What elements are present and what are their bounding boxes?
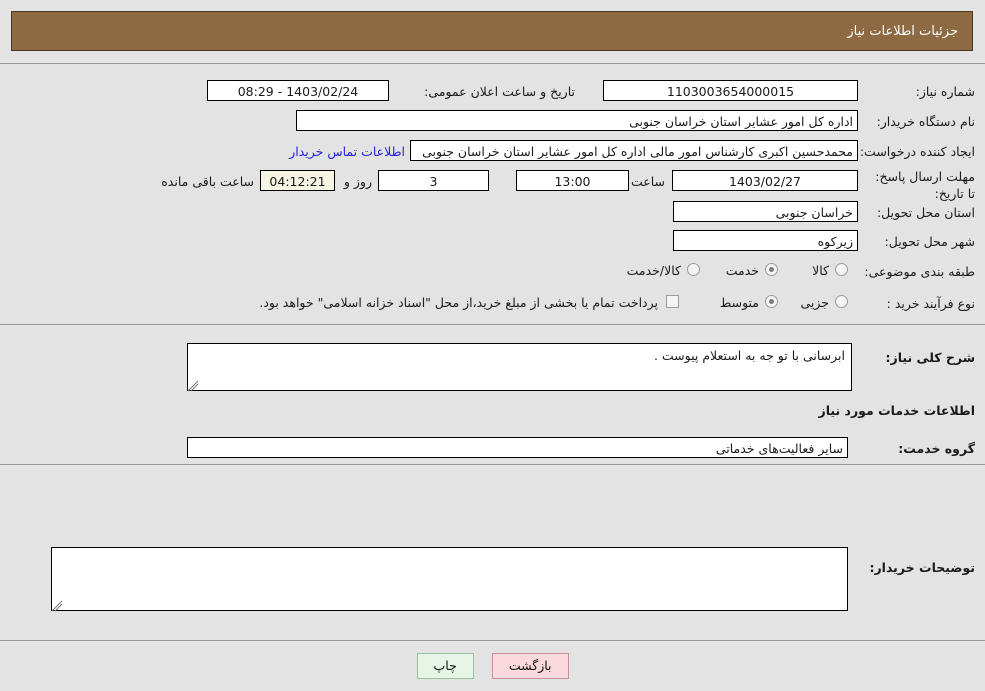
category-radio-goods-service[interactable] bbox=[687, 263, 700, 276]
buyer-notes-panel: توضیحات خریدار: bbox=[0, 465, 985, 641]
process-radio-minor[interactable] bbox=[835, 295, 848, 308]
response-deadline-label: مهلت ارسال پاسخ: تا تاریخ: bbox=[875, 169, 975, 201]
category-radio-service[interactable] bbox=[765, 263, 778, 276]
process-option-medium: متوسط bbox=[719, 295, 759, 310]
service-group-field[interactable]: سایر فعالیت‌های خدماتی bbox=[187, 437, 848, 458]
process-radio-medium[interactable] bbox=[765, 295, 778, 308]
print-button[interactable]: چاپ bbox=[416, 653, 474, 679]
category-option-service: خدمت bbox=[725, 263, 759, 278]
page-title: جزئیات اطلاعات نیاز bbox=[847, 23, 958, 39]
buyer-notes-textarea[interactable] bbox=[51, 547, 848, 611]
footer-button-bar: بازگشت چاپ bbox=[0, 641, 985, 691]
need-number-field[interactable]: 1103003654000015 bbox=[603, 80, 858, 101]
purchase-process-label: نوع فرآیند خرید : bbox=[886, 296, 975, 311]
time-label: ساعت bbox=[630, 174, 665, 189]
deadline-time-field[interactable]: 13:00 bbox=[516, 170, 629, 191]
buyer-org-label: نام دستگاه خریدار: bbox=[876, 114, 975, 129]
announcement-datetime-field[interactable]: 1403/02/24 - 08:29 bbox=[207, 80, 389, 101]
delivery-city-field[interactable]: زیرکوه bbox=[673, 230, 858, 251]
request-creator-label: ایجاد کننده درخواست: bbox=[859, 144, 975, 159]
delivery-province-field[interactable]: خراسان جنوبی bbox=[673, 201, 858, 222]
buyer-notes-label: توضیحات خریدار: bbox=[869, 560, 975, 575]
countdown-timer-field: 04:12:21 bbox=[260, 170, 335, 191]
category-option-goods: کالا bbox=[812, 263, 829, 278]
category-option-goods-service: کالا/خدمت bbox=[626, 263, 681, 278]
remaining-hours-label: ساعت باقی مانده bbox=[161, 174, 254, 189]
category-radio-goods[interactable] bbox=[835, 263, 848, 276]
subject-category-label: طبقه بندی موضوعی: bbox=[864, 264, 975, 279]
need-summary-panel: شماره نیاز: 1103003654000015 تاریخ و ساع… bbox=[0, 63, 985, 325]
remaining-days-field[interactable]: 3 bbox=[378, 170, 489, 191]
general-description-label: شرح کلی نیاز: bbox=[885, 350, 975, 365]
need-number-label: شماره نیاز: bbox=[915, 84, 975, 99]
treasury-bonds-checkbox[interactable] bbox=[666, 295, 679, 308]
days-label: روز و bbox=[343, 174, 372, 189]
request-creator-field[interactable]: محمدحسین اکبری کارشناس امور مالی اداره ک… bbox=[410, 140, 858, 161]
delivery-province-label: استان محل تحویل: bbox=[876, 205, 975, 220]
service-group-label: گروه خدمت: bbox=[898, 441, 975, 456]
buyer-org-field[interactable]: اداره کل امور عشایر استان خراسان جنوبی bbox=[296, 110, 858, 131]
buyer-contact-link[interactable]: اطلاعات تماس خریدار bbox=[289, 144, 405, 159]
announcement-datetime-label: تاریخ و ساعت اعلان عمومی: bbox=[424, 84, 575, 99]
process-option-minor: جزیی bbox=[800, 295, 829, 310]
back-button[interactable]: بازگشت bbox=[491, 653, 569, 679]
need-description-panel: شرح کلی نیاز: ابرسانی با تو جه به استعلا… bbox=[0, 325, 985, 465]
general-description-textarea[interactable]: ابرسانی با تو جه به استعلام پیوست . bbox=[187, 343, 852, 391]
services-info-heading: اطلاعات خدمات مورد نیاز bbox=[818, 403, 976, 418]
treasury-bonds-label: پرداخت تمام یا بخشی از مبلغ خرید،از محل … bbox=[259, 295, 658, 310]
delivery-city-label: شهر محل تحویل: bbox=[884, 234, 975, 249]
page-title-bar: جزئیات اطلاعات نیاز bbox=[11, 11, 973, 51]
deadline-date-field[interactable]: 1403/02/27 bbox=[672, 170, 858, 191]
need-details-page: ArtaTender.net جزئیات اطلاعات نیاز شماره… bbox=[0, 0, 985, 691]
